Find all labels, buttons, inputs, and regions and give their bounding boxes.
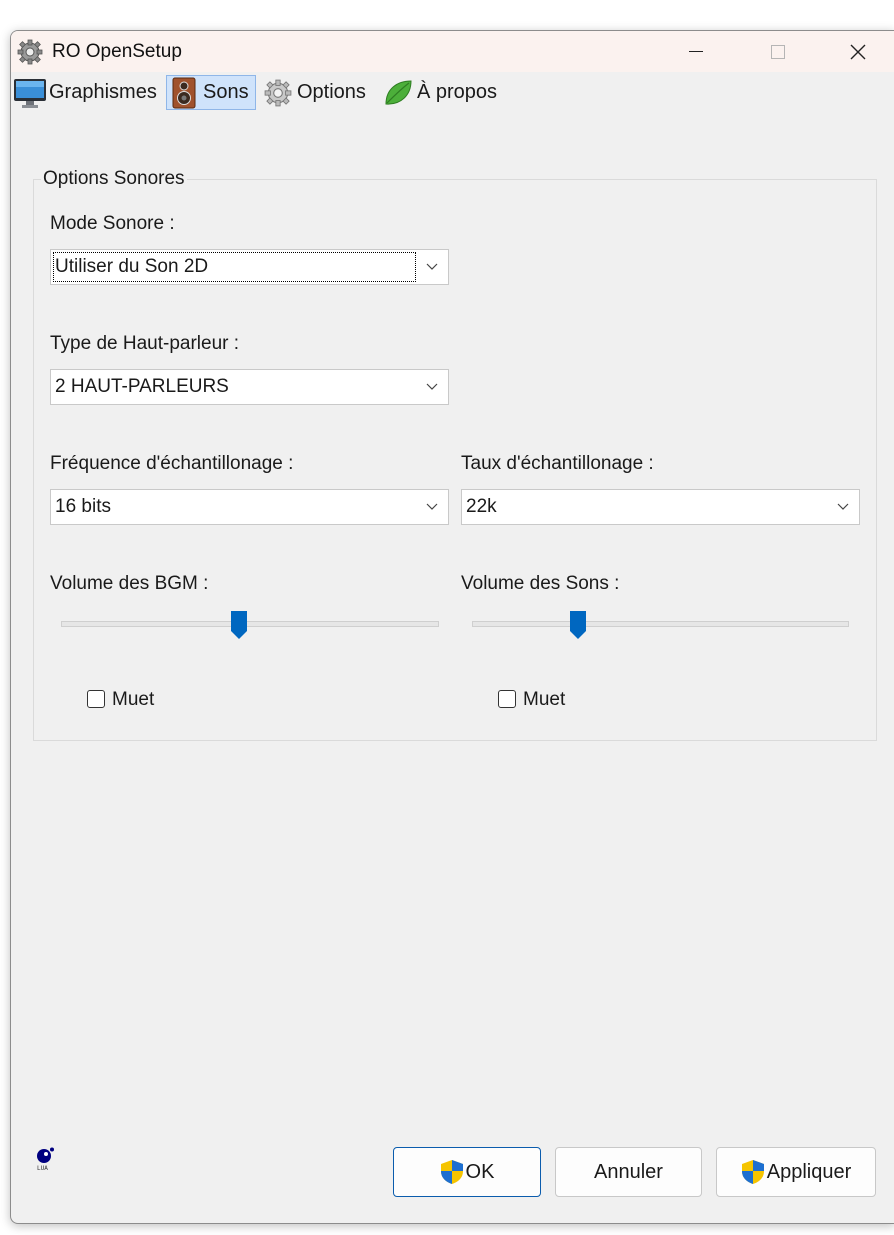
focus-ring — [53, 252, 416, 282]
tab-options[interactable]: Options — [261, 75, 366, 110]
rate-value: 22k — [466, 496, 497, 517]
chevron-down-icon — [827, 490, 859, 524]
tab-a-propos[interactable]: À propos — [381, 75, 497, 110]
bgm-volume-label: Volume des BGM : — [50, 573, 209, 594]
sound-mute-label: Muet — [523, 689, 566, 710]
cancel-button[interactable]: Annuler — [555, 1147, 702, 1197]
bgm-volume-slider[interactable] — [61, 621, 439, 627]
uac-shield-icon — [440, 1160, 463, 1184]
bgm-slider-thumb[interactable] — [230, 611, 247, 639]
speaker-value: 2 HAUT-PARLEURS — [55, 376, 229, 397]
chevron-down-icon — [416, 370, 448, 404]
minimize-button[interactable] — [666, 31, 726, 72]
frequency-value: 16 bits — [55, 496, 111, 517]
sound-slider-thumb[interactable] — [569, 611, 586, 639]
apply-label: Appliquer — [766, 1160, 852, 1183]
mode-select[interactable]: Utiliser du Son 2D — [50, 249, 449, 285]
app-gear-icon — [17, 39, 43, 65]
svg-text:LUA: LUA — [37, 1165, 48, 1171]
speaker-icon — [167, 76, 201, 110]
sound-volume-slider[interactable] — [472, 621, 849, 627]
frequency-select[interactable]: 16 bits — [50, 489, 449, 525]
ok-button[interactable]: OK — [393, 1147, 541, 1197]
lua-logo-icon: LUA — [37, 1147, 54, 1171]
chevron-down-icon — [416, 250, 448, 284]
app-window: RO OpenSetup Graphismes Sons Options À p… — [10, 30, 894, 1224]
group-title: Options Sonores — [41, 168, 187, 190]
title-bar[interactable]: RO OpenSetup — [11, 31, 894, 72]
uac-shield-icon — [741, 1160, 764, 1184]
tab-label: Options — [297, 81, 366, 103]
sound-mute-checkbox[interactable] — [498, 690, 516, 708]
tab-label: À propos — [417, 81, 498, 103]
speaker-select[interactable]: 2 HAUT-PARLEURS — [50, 369, 449, 405]
sound-volume-label: Volume des Sons : — [461, 573, 620, 594]
rate-label: Taux d'échantillonage : — [461, 453, 654, 474]
window-title: RO OpenSetup — [52, 41, 182, 62]
tab-sons[interactable]: Sons — [166, 75, 256, 110]
bgm-mute-label: Muet — [112, 689, 155, 710]
cancel-label: Annuler — [594, 1160, 663, 1183]
close-button[interactable] — [828, 31, 888, 72]
speaker-label: Type de Haut-parleur : — [50, 333, 240, 354]
tab-bar: Graphismes Sons Options À propos — [11, 73, 894, 113]
ok-label: OK — [465, 1160, 495, 1183]
apply-button[interactable]: Appliquer — [716, 1147, 876, 1197]
minimize-icon — [689, 51, 703, 52]
maximize-button[interactable] — [748, 31, 808, 72]
tab-graphismes[interactable]: Graphismes — [13, 75, 157, 110]
gear-icon — [261, 76, 295, 110]
rate-select[interactable]: 22k — [461, 489, 860, 525]
maximize-icon — [771, 44, 785, 59]
close-icon — [850, 44, 866, 59]
tab-label: Graphismes — [49, 81, 157, 103]
monitor-icon — [13, 76, 47, 110]
bgm-mute-checkbox[interactable] — [87, 690, 105, 708]
frequency-label: Fréquence d'échantillonage : — [50, 453, 294, 474]
leaf-icon — [381, 76, 415, 110]
tab-label: Sons — [203, 81, 249, 103]
chevron-down-icon — [416, 490, 448, 524]
mode-label: Mode Sonore : — [50, 213, 175, 234]
